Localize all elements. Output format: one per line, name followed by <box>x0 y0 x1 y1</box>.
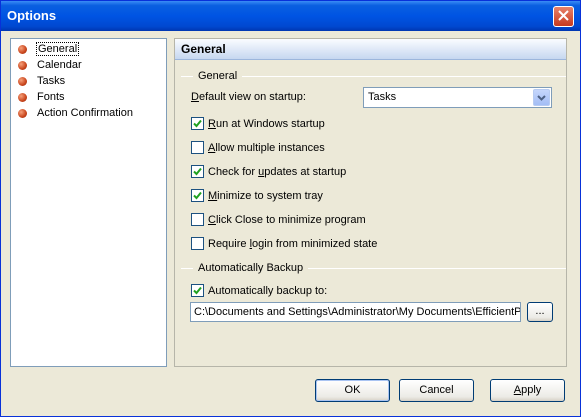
close-to-minimize-checkbox[interactable]: Click Close to minimize program <box>191 213 366 226</box>
apply-button[interactable]: Apply <box>490 379 565 402</box>
label-text: efault view on startup: <box>198 91 306 103</box>
backup-group-title: Automatically Backup <box>181 262 566 274</box>
nav-item-label: Fonts <box>37 91 65 103</box>
checkbox-box[interactable] <box>191 189 204 202</box>
checkbox-box[interactable] <box>191 284 204 297</box>
nav-item-label: Calendar <box>37 59 82 71</box>
group-divider <box>181 75 193 77</box>
mnemonic: D <box>191 91 199 103</box>
backup-path-input[interactable]: C:\Documents and Settings\Administrator\… <box>190 302 521 322</box>
nav-item-label: General <box>36 42 80 56</box>
run-at-startup-checkbox[interactable]: Run at Windows startup <box>191 117 325 130</box>
bullet-icon <box>18 60 27 70</box>
general-group-title: General <box>181 70 566 82</box>
close-icon <box>558 9 569 24</box>
bullet-icon <box>18 92 27 102</box>
group-title-text: General <box>198 70 238 82</box>
auto-backup-checkbox[interactable]: Automatically backup to: <box>191 284 327 297</box>
checkbox-label: Require login from minimized state <box>208 237 378 250</box>
checkbox-label: Minimize to system tray <box>208 189 323 202</box>
button-label: pply <box>521 384 542 396</box>
check-icon <box>193 167 202 176</box>
bullet-icon <box>18 44 27 54</box>
check-icon <box>193 119 202 128</box>
checkbox-box[interactable] <box>191 165 204 178</box>
check-updates-checkbox[interactable]: Check for updates at startup <box>191 165 346 178</box>
minimize-to-tray-checkbox[interactable]: Minimize to system tray <box>191 189 323 202</box>
browse-button[interactable]: ... <box>527 302 553 322</box>
close-button[interactable] <box>553 6 574 27</box>
allow-multiple-instances-checkbox[interactable]: Allow multiple instances <box>191 141 325 154</box>
chevron-down-icon <box>537 92 546 104</box>
nav-item-calendar[interactable]: Calendar <box>18 58 83 72</box>
require-login-checkbox[interactable]: Require login from minimized state <box>191 237 377 250</box>
nav-item-label: Tasks <box>37 75 66 87</box>
options-dialog: Options General Calendar Tasks Fonts Act… <box>0 0 581 417</box>
group-divider <box>308 267 566 269</box>
window-title: Options <box>7 8 57 23</box>
selected-value: Tasks <box>368 91 397 103</box>
nav-item-action-confirmation[interactable]: Action Confirmation <box>18 106 134 120</box>
group-divider <box>242 75 566 77</box>
nav-item-tasks[interactable]: Tasks <box>18 74 66 88</box>
group-divider <box>181 267 193 269</box>
checkbox-label: Allow multiple instances <box>208 141 325 154</box>
bullet-icon <box>18 108 27 118</box>
checkbox-label: Click Close to minimize program <box>208 213 366 226</box>
nav-item-general[interactable]: General <box>18 42 80 56</box>
checkbox-label: Check for updates at startup <box>208 165 347 178</box>
default-view-select[interactable]: Tasks <box>363 87 552 108</box>
checkbox-box[interactable] <box>191 117 204 130</box>
checkbox-box[interactable] <box>191 213 204 226</box>
default-view-label: Default view on startup: <box>191 91 306 103</box>
checkbox-label: Automatically backup to: <box>208 284 328 297</box>
checkbox-box[interactable] <box>191 237 204 250</box>
ok-button[interactable]: OK <box>315 379 390 402</box>
dropdown-button[interactable] <box>533 89 550 106</box>
check-icon <box>193 286 202 295</box>
checkbox-box[interactable] <box>191 141 204 154</box>
nav-item-fonts[interactable]: Fonts <box>18 90 66 104</box>
group-title-text: Automatically Backup <box>198 262 304 274</box>
bullet-icon <box>18 76 27 86</box>
cancel-button[interactable]: Cancel <box>399 379 474 402</box>
nav-item-label: Action Confirmation <box>37 107 133 119</box>
title-bar[interactable]: Options <box>1 1 580 31</box>
checkbox-label: Run at Windows startup <box>208 117 325 130</box>
panel-header: General <box>175 39 566 60</box>
check-icon <box>193 191 202 200</box>
mnemonic: A <box>513 384 522 396</box>
category-list: General Calendar Tasks Fonts Action Conf… <box>10 38 167 367</box>
